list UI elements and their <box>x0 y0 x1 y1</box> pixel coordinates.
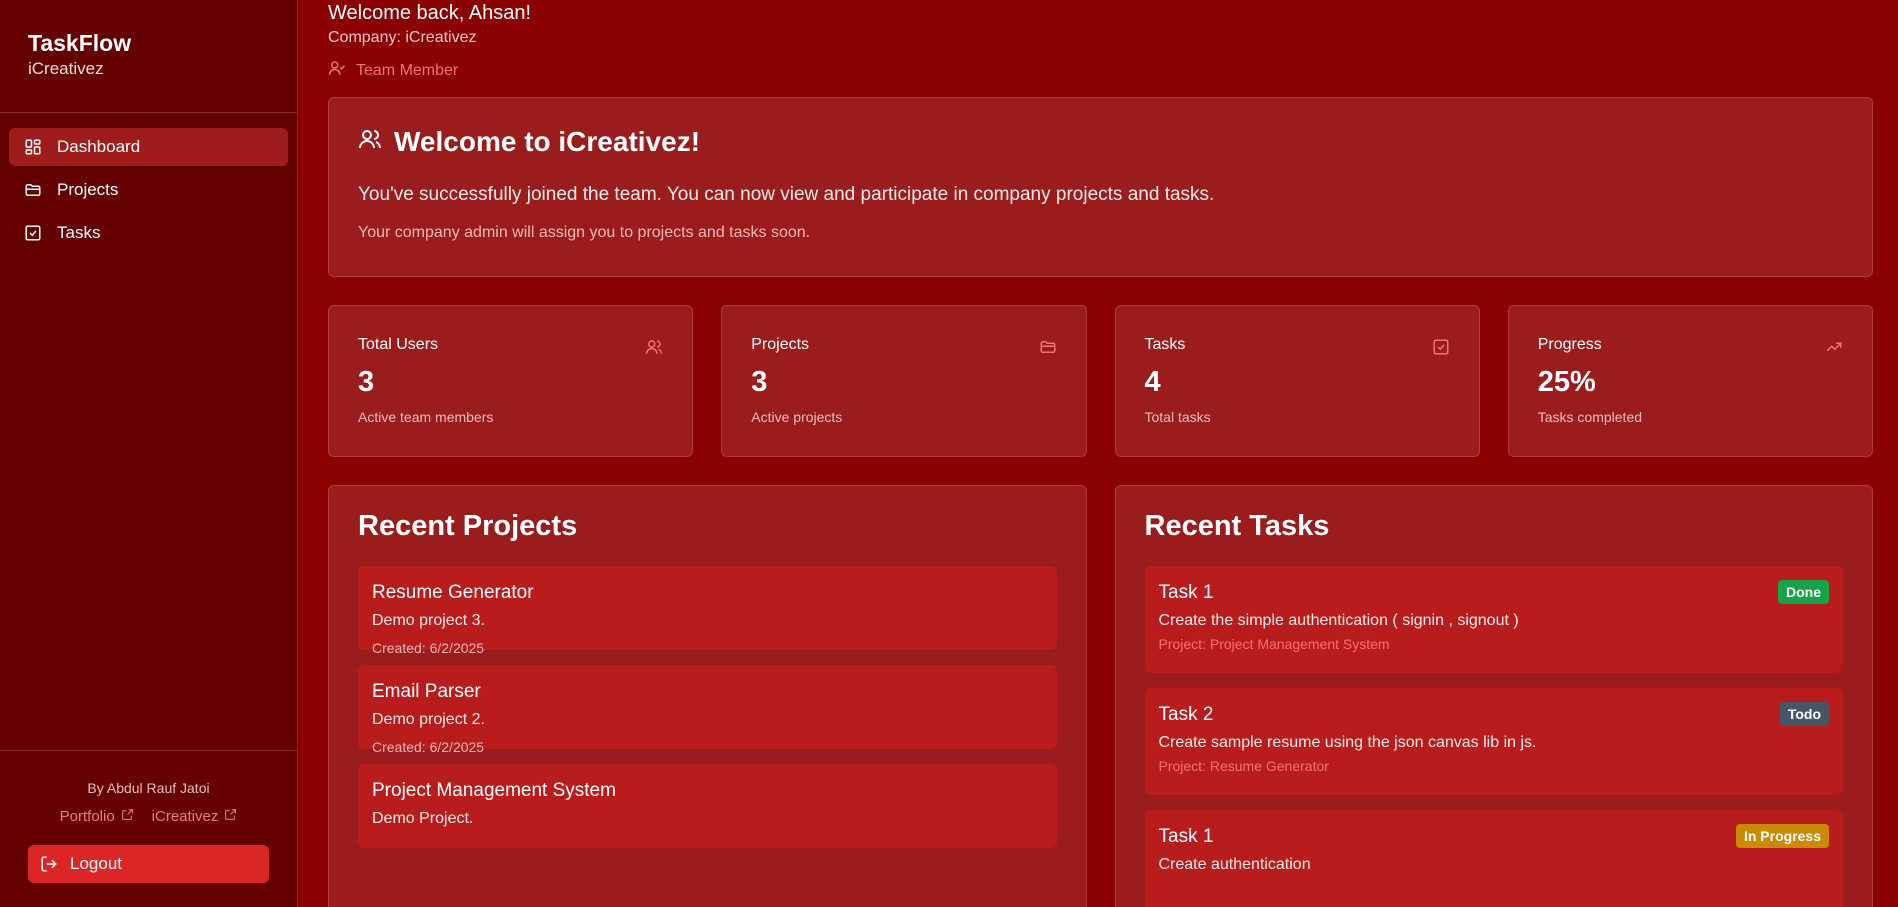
status-badge: In Progress <box>1735 824 1829 848</box>
external-link-icon <box>121 808 134 825</box>
task-item[interactable]: Task 2 Create sample resume using the js… <box>1144 688 1843 795</box>
stats-row: Total Users 3 Active team members Projec… <box>328 305 1873 457</box>
stat-subtitle: Active projects <box>751 409 843 425</box>
project-name: Project Management System <box>372 780 616 801</box>
task-name: Task 1 <box>1158 826 1214 847</box>
sidebar-item-dashboard[interactable]: Dashboard <box>9 128 288 166</box>
project-created-date: Created: 6/2/2025 <box>372 640 485 656</box>
project-item[interactable]: Resume Generator Demo project 3. Created… <box>358 566 1057 656</box>
task-name: Task 1 <box>1158 582 1214 603</box>
stat-value: 3 <box>751 366 768 398</box>
project-description: Demo project 3. <box>372 612 485 629</box>
recent-projects-panel: Recent Projects Resume Generator Demo pr… <box>328 485 1087 907</box>
sidebar: TaskFlow iCreativez Dashboard Projects T… <box>0 0 298 907</box>
project-created-date: Created: 6/2/2025 <box>372 739 485 755</box>
users-icon <box>358 126 382 158</box>
stat-label: Projects <box>751 336 810 353</box>
portfolio-link-label: Portfolio <box>59 808 115 825</box>
project-description: Demo Project. <box>372 810 474 827</box>
recent-tasks-title: Recent Tasks <box>1144 510 1330 542</box>
project-name: Email Parser <box>372 681 481 702</box>
status-badge: Done <box>1778 580 1829 604</box>
stat-card-tasks: Tasks 4 Total tasks <box>1114 305 1480 457</box>
stat-subtitle: Total tasks <box>1144 409 1211 425</box>
stat-card-projects: Projects 3 Active projects <box>721 305 1087 457</box>
status-badge: Todo <box>1779 702 1829 726</box>
task-project: Project: Resume Generator <box>1158 758 1329 774</box>
welcome-note: Your company admin will assign you to pr… <box>358 224 811 241</box>
main-content: Welcome back, Ahsan! Company: iCreativez… <box>298 0 1898 907</box>
author-byline: By Abdul Rauf Jatoi <box>87 780 210 796</box>
portfolio-link[interactable]: Portfolio <box>60 808 134 825</box>
greeting: Welcome back, Ahsan! <box>328 2 532 24</box>
stat-label: Tasks <box>1144 336 1186 353</box>
task-item[interactable]: Task 1 Create the simple authentication … <box>1144 566 1843 673</box>
stat-card-progress: Progress 25% Tasks completed <box>1507 305 1873 457</box>
sidebar-item-label: Tasks <box>57 223 101 242</box>
sidebar-item-tasks[interactable]: Tasks <box>9 214 288 252</box>
brand: TaskFlow iCreativez <box>0 0 297 113</box>
app-title: TaskFlow <box>28 30 132 56</box>
logout-button[interactable]: Logout <box>28 845 269 883</box>
logout-label: Logout <box>70 854 122 873</box>
project-item[interactable]: Email Parser Demo project 2. Created: 6/… <box>358 665 1057 755</box>
stat-value: 25% <box>1537 366 1596 398</box>
folder-icon <box>24 181 42 199</box>
recent-section: Recent Projects Resume Generator Demo pr… <box>328 485 1873 907</box>
sidebar-item-projects[interactable]: Projects <box>9 171 288 209</box>
sidebar-nav: Dashboard Projects Tasks <box>0 113 297 272</box>
external-link-icon <box>224 808 237 825</box>
stat-label: Total Users <box>358 336 439 353</box>
logout-icon <box>40 855 58 873</box>
user-check-icon <box>328 59 346 82</box>
stat-card-users: Total Users 3 Active team members <box>328 305 694 457</box>
task-description: Create the simple authentication ( signi… <box>1158 612 1519 629</box>
stat-value: 4 <box>1144 366 1161 398</box>
company-link[interactable]: iCreativez <box>152 808 238 825</box>
sidebar-item-label: Projects <box>57 180 119 199</box>
project-item[interactable]: Project Management System Demo Project. <box>358 764 1057 848</box>
sidebar-footer: By Abdul Rauf Jatoi Portfolio iCreativez <box>0 750 297 907</box>
company-line: Company: iCreativez <box>328 29 477 46</box>
project-description: Demo project 2. <box>372 711 485 728</box>
trending-up-icon <box>1825 338 1843 356</box>
recent-projects-title: Recent Projects <box>358 510 578 542</box>
stat-subtitle: Tasks completed <box>1537 409 1643 425</box>
welcome-card-heading: Welcome to iCreativez! <box>358 126 1843 158</box>
checkbox-icon <box>1432 338 1450 356</box>
dashboard-icon <box>24 138 42 156</box>
role-label: Team Member <box>356 61 459 79</box>
task-project: Project: Project Management System <box>1158 636 1390 652</box>
sidebar-item-label: Dashboard <box>57 137 141 156</box>
footer-links: Portfolio iCreativez <box>0 808 297 825</box>
checkbox-icon <box>24 224 42 242</box>
project-name: Resume Generator <box>372 582 534 603</box>
task-description: Create sample resume using the json canv… <box>1158 734 1537 751</box>
stat-subtitle: Active team members <box>358 409 494 425</box>
recent-tasks-panel: Recent Tasks Task 1 Create the simple au… <box>1114 485 1873 907</box>
task-item[interactable]: Task 1 Create authentication In Progress <box>1144 810 1843 907</box>
stat-label: Progress <box>1537 336 1602 353</box>
folder-icon <box>1039 338 1057 356</box>
app-root: TaskFlow iCreativez Dashboard Projects T… <box>0 0 1898 907</box>
task-name: Task 2 <box>1158 704 1214 725</box>
role-indicator: Team Member <box>328 59 1873 82</box>
users-icon <box>645 338 663 356</box>
welcome-card-title: Welcome to iCreativez! <box>394 126 701 157</box>
stat-value: 3 <box>358 366 375 398</box>
company-name: iCreativez <box>28 59 104 78</box>
welcome-message: You've successfully joined the team. You… <box>358 184 1215 205</box>
task-description: Create authentication <box>1158 856 1311 873</box>
company-link-label: iCreativez <box>151 808 219 825</box>
welcome-card: Welcome to iCreativez! You've successful… <box>328 97 1873 277</box>
